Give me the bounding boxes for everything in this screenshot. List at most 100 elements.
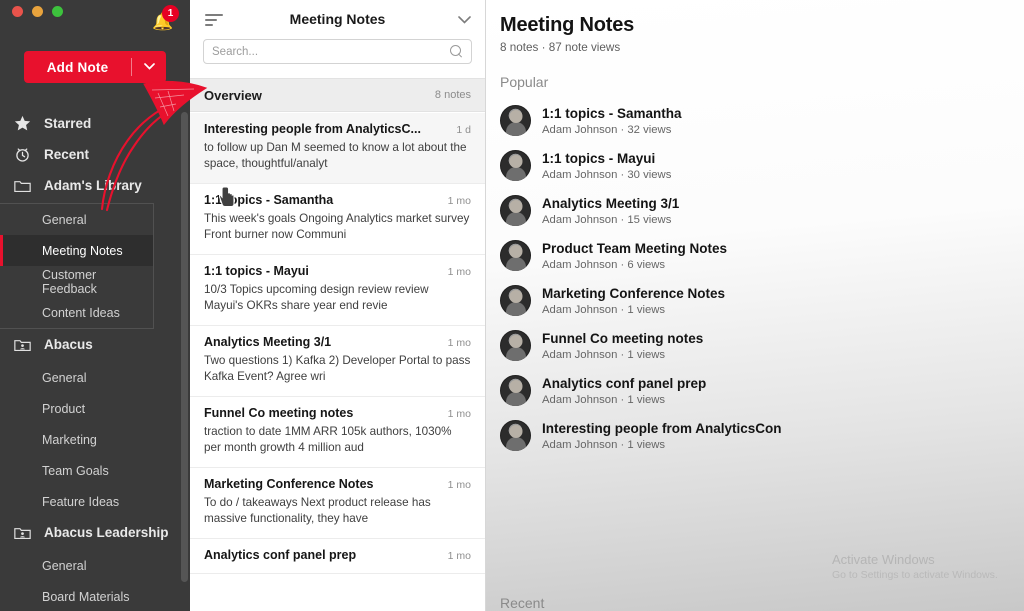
- folder-icon: [12, 178, 32, 193]
- avatar: [500, 330, 531, 361]
- note-list-header: Meeting Notes: [190, 0, 485, 78]
- sidebar-item-leadership-board-materials[interactable]: Board Materials: [0, 581, 190, 611]
- note-title: Analytics conf panel prep: [204, 548, 442, 562]
- note-title: Interesting people from AnalyticsC...: [204, 122, 450, 136]
- sidebar-item-abacus-feature-ideas[interactable]: Feature Ideas: [0, 486, 190, 517]
- page-subtitle: 8 notes · 87 note views: [500, 41, 1024, 54]
- maximize-window-button[interactable]: [52, 6, 63, 17]
- avatar: [500, 375, 531, 406]
- add-note-button[interactable]: Add Note: [24, 51, 166, 83]
- sidebar-item-starred[interactable]: Starred: [0, 108, 190, 139]
- popular-note-item[interactable]: Product Team Meeting Notes Adam Johnson …: [500, 233, 1024, 278]
- note-list-item[interactable]: 1:1 topics - Mayui 1 mo 10/3 Topics upco…: [190, 255, 485, 326]
- notifications-button[interactable]: 🔔 1: [150, 8, 176, 34]
- popular-note-item[interactable]: 1:1 topics - Mayui Adam Johnson · 30 vie…: [500, 143, 1024, 188]
- sidebar-item-abacus-general[interactable]: General: [0, 362, 190, 393]
- sidebar-scrollbar[interactable]: [181, 112, 188, 582]
- close-window-button[interactable]: [12, 6, 23, 17]
- avatar: [500, 105, 531, 136]
- sidebar-item-content-ideas[interactable]: Content Ideas: [0, 297, 153, 328]
- popular-note-title: Analytics Meeting 3/1: [542, 196, 679, 211]
- note-list-item[interactable]: Analytics conf panel prep 1 mo: [190, 539, 485, 574]
- clock-icon: [12, 146, 32, 163]
- popular-note-meta: Adam Johnson · 15 views: [542, 214, 679, 226]
- note-snippet: to follow up Dan M seemed to know a lot …: [204, 140, 471, 172]
- note-title: Funnel Co meeting notes: [204, 406, 442, 420]
- popular-note-title: 1:1 topics - Mayui: [542, 151, 671, 166]
- sidebar-item-label: Meeting Notes: [42, 244, 123, 258]
- note-title: Analytics Meeting 3/1: [204, 335, 442, 349]
- note-time: 1 mo: [448, 337, 471, 349]
- popular-note-item[interactable]: Interesting people from AnalyticsCon Ada…: [500, 413, 1024, 458]
- note-snippet: 10/3 Topics upcoming design review revie…: [204, 282, 471, 314]
- popular-note-title: Marketing Conference Notes: [542, 286, 725, 301]
- note-list-item[interactable]: Interesting people from AnalyticsC... 1 …: [190, 113, 485, 184]
- sidebar-item-label: General: [42, 559, 86, 573]
- page-title: Meeting Notes: [500, 14, 1024, 37]
- note-list-item[interactable]: Marketing Conference Notes 1 mo To do / …: [190, 468, 485, 539]
- sidebar-item-abacus-team-goals[interactable]: Team Goals: [0, 455, 190, 486]
- popular-note-meta: Adam Johnson · 1 views: [542, 394, 706, 406]
- popular-note-item[interactable]: Marketing Conference Notes Adam Johnson …: [500, 278, 1024, 323]
- sidebar-library-adams-library[interactable]: Adam's Library: [0, 170, 190, 201]
- sidebar-library-abacus-leadership[interactable]: Abacus Leadership: [0, 517, 190, 548]
- popular-note-meta: Adam Johnson · 1 views: [542, 349, 703, 361]
- note-list-item[interactable]: Funnel Co meeting notes 1 mo traction to…: [190, 397, 485, 468]
- note-snippet: traction to date 1MM ARR 105k authors, 1…: [204, 424, 471, 456]
- overview-bar: Overview 8 notes: [190, 78, 485, 112]
- note-title: Marketing Conference Notes: [204, 477, 442, 491]
- sidebar-item-general[interactable]: General: [0, 204, 153, 235]
- sidebar-item-customer-feedback[interactable]: Customer Feedback: [0, 266, 153, 297]
- popular-note-meta: Adam Johnson · 1 views: [542, 304, 725, 316]
- popular-note-title: Product Team Meeting Notes: [542, 241, 727, 256]
- note-snippet: To do / takeaways Next product release h…: [204, 495, 471, 527]
- note-time: 1 mo: [448, 408, 471, 420]
- popular-note-item[interactable]: Analytics Meeting 3/1 Adam Johnson · 15 …: [500, 188, 1024, 233]
- note-list-title: Meeting Notes: [190, 11, 485, 27]
- search-icon: [450, 45, 463, 58]
- sidebar-item-abacus-marketing[interactable]: Marketing: [0, 424, 190, 455]
- sidebar: 🔔 1 Add Note Starred: [0, 0, 190, 611]
- sidebar-nav: Starred Recent: [0, 108, 190, 611]
- note-time: 1 mo: [448, 550, 471, 562]
- sidebar-library-abacus[interactable]: Abacus: [0, 329, 190, 360]
- note-list-item[interactable]: Analytics Meeting 3/1 1 mo Two questions…: [190, 326, 485, 397]
- app-window: 🔔 1 Add Note Starred: [0, 0, 1024, 611]
- note-list: Interesting people from AnalyticsC... 1 …: [190, 113, 485, 611]
- note-time: 1 mo: [448, 195, 471, 207]
- sidebar-item-leadership-general[interactable]: General: [0, 550, 190, 581]
- chevron-down-icon[interactable]: [132, 61, 166, 73]
- popular-note-title: Funnel Co meeting notes: [542, 331, 703, 346]
- sidebar-item-label: Board Materials: [42, 590, 130, 604]
- sidebar-group-abacus: General Product Marketing Team Goals Fea…: [0, 362, 190, 517]
- sidebar-item-label: Feature Ideas: [42, 495, 119, 509]
- star-icon: [12, 115, 32, 132]
- popular-note-item[interactable]: Funnel Co meeting notes Adam Johnson · 1…: [500, 323, 1024, 368]
- search-input[interactable]: [212, 46, 450, 58]
- shared-folder-icon: [12, 337, 32, 352]
- overview-label: Overview: [204, 88, 262, 103]
- search-box[interactable]: [203, 39, 472, 64]
- popular-note-item[interactable]: 1:1 topics - Samantha Adam Johnson · 32 …: [500, 98, 1024, 143]
- sidebar-library-label: Adam's Library: [44, 178, 142, 193]
- watermark-line-2: Go to Settings to activate Windows.: [832, 569, 1012, 581]
- popular-note-item[interactable]: Analytics conf panel prep Adam Johnson ·…: [500, 368, 1024, 413]
- note-snippet: Two questions 1) Kafka 2) Developer Port…: [204, 353, 471, 385]
- note-time: 1 mo: [448, 266, 471, 278]
- detail-panel: Meeting Notes 8 notes · 87 note views Po…: [486, 0, 1024, 611]
- sidebar-item-label: Team Goals: [42, 464, 109, 478]
- note-title: 1:1 topics - Samantha: [204, 193, 442, 207]
- sidebar-item-recent[interactable]: Recent: [0, 139, 190, 170]
- sidebar-group-abacus-leadership: General Board Materials: [0, 550, 190, 611]
- sidebar-item-meeting-notes[interactable]: Meeting Notes: [0, 235, 153, 266]
- shared-folder-icon: [12, 525, 32, 540]
- recent-section-heading: Recent: [500, 595, 544, 611]
- window-traffic-lights: [12, 6, 63, 17]
- sidebar-item-label: General: [42, 213, 86, 227]
- sidebar-item-label: Product: [42, 402, 85, 416]
- sidebar-item-abacus-product[interactable]: Product: [0, 393, 190, 424]
- minimize-window-button[interactable]: [32, 6, 43, 17]
- sidebar-library-label: Abacus Leadership: [44, 525, 169, 540]
- note-list-item[interactable]: 1:1 topics - Samantha 1 mo This week's g…: [190, 184, 485, 255]
- chevron-down-icon[interactable]: [458, 12, 471, 27]
